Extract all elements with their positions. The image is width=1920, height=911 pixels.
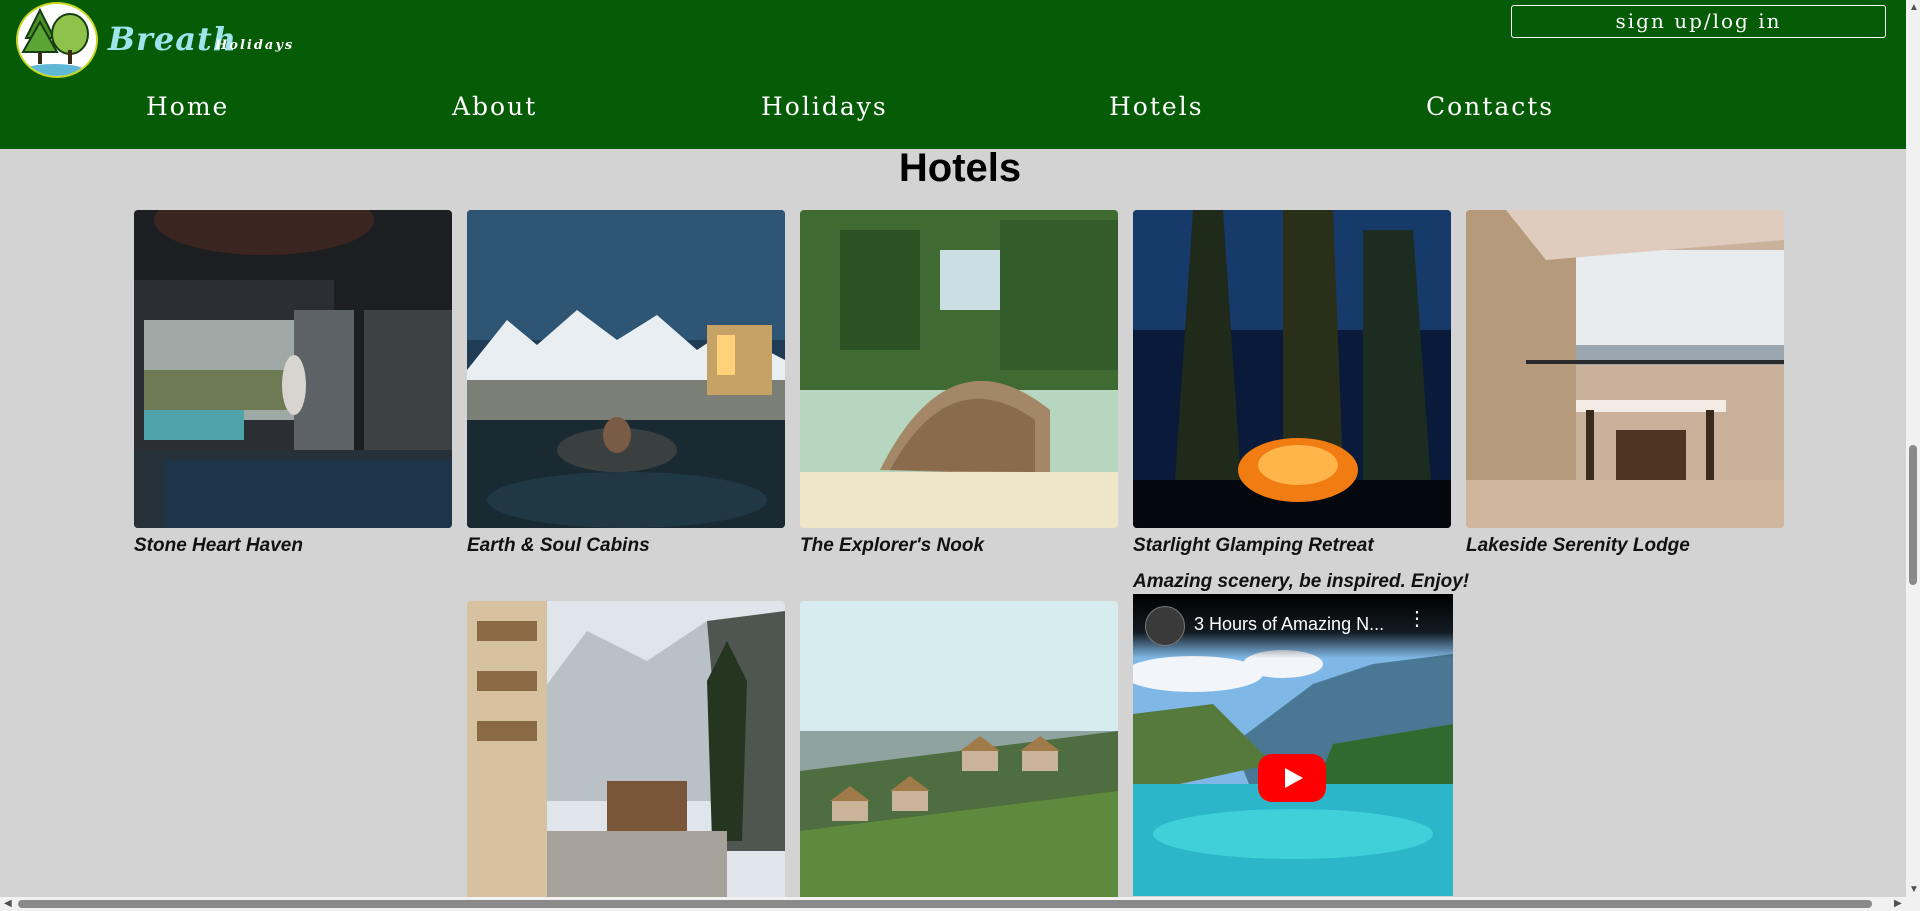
play-icon xyxy=(1285,768,1303,788)
more-options-icon[interactable]: ⋮ xyxy=(1407,609,1427,629)
hotel-image-hillside-huts[interactable] xyxy=(800,601,1118,897)
play-button[interactable] xyxy=(1258,754,1326,802)
video-title[interactable]: 3 Hours of Amazing N... xyxy=(1194,614,1384,635)
hotel-image-stone-heart-haven[interactable] xyxy=(134,210,452,528)
scroll-left-arrow-icon[interactable]: ◀ xyxy=(4,898,12,909)
hotel-name[interactable]: Lakeside Serenity Lodge xyxy=(1466,535,1690,557)
nav-contacts[interactable]: Contacts xyxy=(1426,92,1554,121)
nav-holidays[interactable]: Holidays xyxy=(761,92,888,121)
video-caption: Amazing scenery, be inspired. Enjoy! xyxy=(1133,571,1470,592)
nav-hotels[interactable]: Hotels xyxy=(1109,92,1204,121)
scroll-right-arrow-icon[interactable]: ▶ xyxy=(1894,898,1902,909)
signup-login-button[interactable]: sign up/log in xyxy=(1511,5,1886,38)
scroll-up-arrow-icon[interactable]: ▲ xyxy=(1909,2,1919,13)
hotel-name[interactable]: Earth & Soul Cabins xyxy=(467,535,650,557)
nav-about[interactable]: About xyxy=(452,92,537,121)
hotel-name[interactable]: The Explorer's Nook xyxy=(800,535,984,557)
brand-subtitle: Holidays xyxy=(215,38,295,53)
horizontal-scroll-thumb[interactable] xyxy=(18,900,1872,908)
logo[interactable] xyxy=(16,2,98,78)
youtube-video-embed[interactable]: 3 Hours of Amazing N... ⋮ xyxy=(1133,594,1453,896)
tree-logo-icon xyxy=(18,4,96,76)
hotel-name[interactable]: Stone Heart Haven xyxy=(134,535,303,557)
nav-home[interactable]: Home xyxy=(146,92,229,121)
hotel-image-explorers-nook[interactable] xyxy=(800,210,1118,528)
hotel-image-alpine-village[interactable] xyxy=(467,601,785,897)
hotel-name[interactable]: Starlight Glamping Retreat xyxy=(1133,535,1374,557)
page-title: Hotels xyxy=(898,146,1022,190)
site-header: Breath Holidays sign up/log in Home Abou… xyxy=(0,0,1906,149)
hotel-image-lakeside-serenity[interactable] xyxy=(1466,210,1784,528)
channel-avatar[interactable] xyxy=(1145,606,1185,646)
scroll-down-arrow-icon[interactable]: ▼ xyxy=(1909,884,1919,895)
hotel-image-earth-soul-cabins[interactable] xyxy=(467,210,785,528)
hotel-image-starlight-glamping[interactable] xyxy=(1133,210,1451,528)
vertical-scroll-thumb[interactable] xyxy=(1909,445,1917,585)
